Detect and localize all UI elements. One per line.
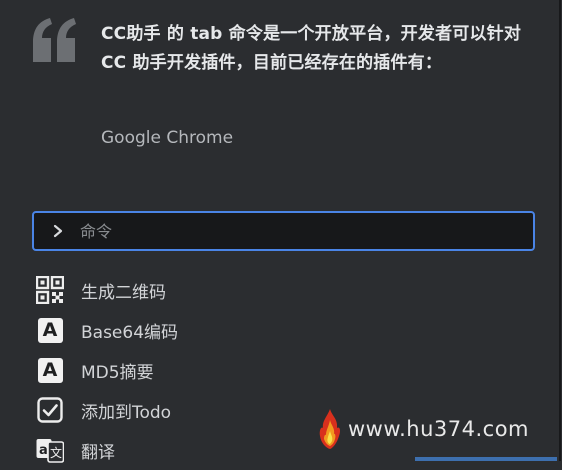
command-label: MD5摘要 [81, 362, 154, 383]
command-input[interactable] [80, 213, 520, 249]
plugin-item-google-chrome: Google Chrome [101, 128, 234, 148]
letter-a-icon: A [36, 356, 64, 384]
chevron-right-icon [53, 224, 63, 238]
watermark-text: www.hu374.com [348, 417, 530, 441]
command-label: 添加到Todo [81, 402, 172, 423]
command-item-qrcode[interactable]: 生成二维码 [36, 270, 536, 310]
qr-code-icon [36, 276, 64, 304]
translate-icon: a 文 [36, 436, 64, 464]
command-label: 翻译 [81, 442, 115, 463]
command-item-md5[interactable]: A MD5摘要 [36, 350, 536, 390]
command-item-base64[interactable]: A Base64编码 [36, 310, 536, 350]
checkbox-icon [36, 396, 64, 424]
bottom-accent-bar [415, 457, 557, 461]
command-label: 生成二维码 [81, 282, 166, 303]
article-headline: CC助手 的 tab 命令是一个开放平台，开发者可以针对 CC 助手开发插件，目… [101, 24, 522, 73]
watermark: www.hu374.com [318, 404, 529, 454]
quote-icon [33, 18, 76, 62]
svg-text:文: 文 [50, 445, 62, 460]
flame-icon [319, 409, 341, 449]
app-window: CC助手 的 tab 命令是一个开放平台，开发者可以针对 CC 助手开发插件，目… [0, 0, 561, 464]
command-search-box[interactable] [32, 211, 535, 251]
svg-text:a: a [39, 443, 48, 458]
command-label: Base64编码 [81, 322, 179, 343]
letter-a-icon: A [36, 316, 64, 344]
